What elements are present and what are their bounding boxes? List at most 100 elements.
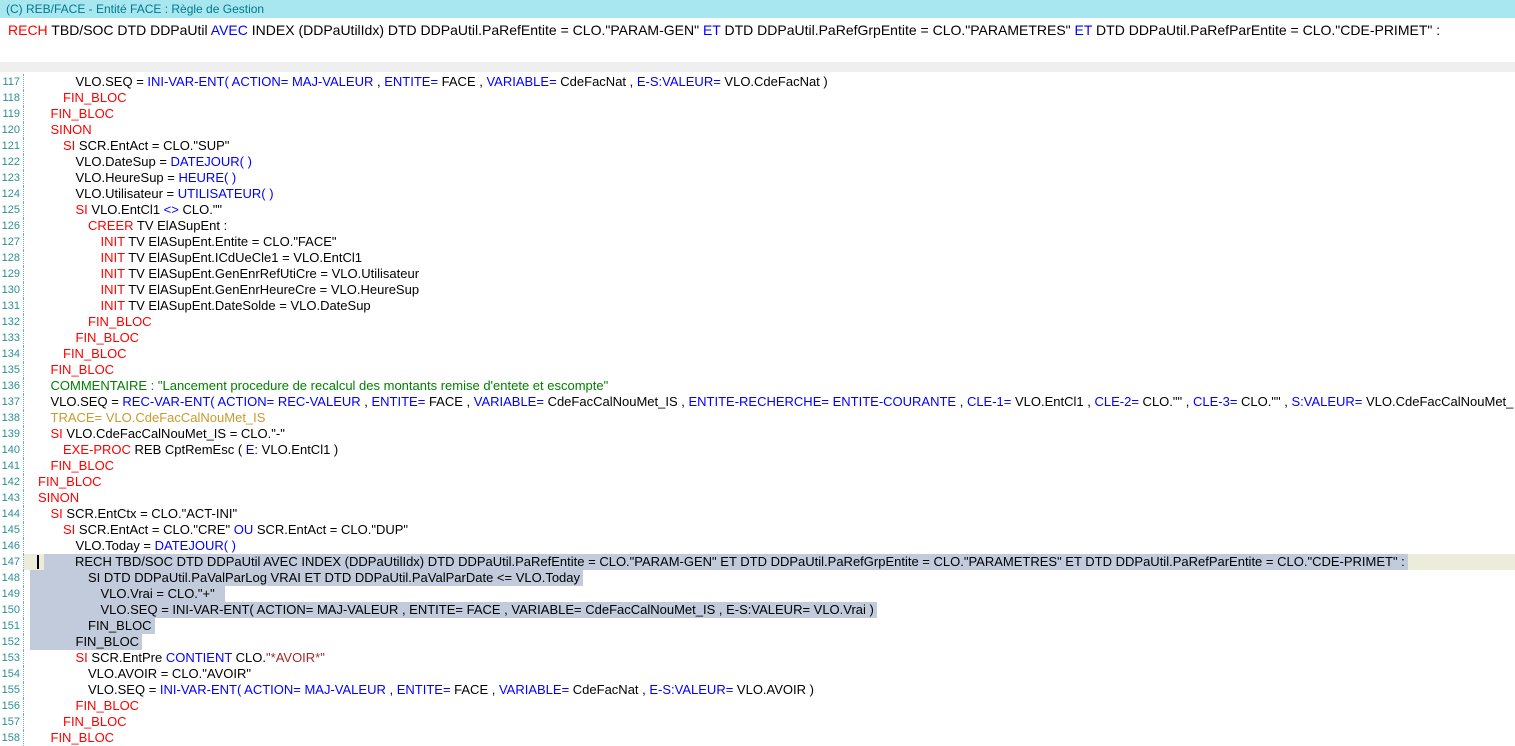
- code-token: ENTITE-RECHERCHE=: [688, 394, 829, 409]
- code-token: INI-VAR-ENT( ACTION= MAJ-VALEUR: [147, 74, 373, 89]
- code-line[interactable]: 139SI VLO.CdeFacCalNouMet_IS = CLO."-": [0, 426, 1515, 442]
- code-line[interactable]: 151FIN_BLOC: [0, 618, 1515, 634]
- code-line[interactable]: 123VLO.HeureSup = HEURE( ): [0, 170, 1515, 186]
- selection-highlight: VLO.SEQ = INI-VAR-ENT( ACTION= MAJ-VALEU…: [30, 602, 877, 618]
- code-line[interactable]: 131INIT TV ElASupEnt.DateSolde = VLO.Dat…: [0, 298, 1515, 314]
- code-line[interactable]: 142FIN_BLOC: [0, 474, 1515, 490]
- code-line[interactable]: 144SI SCR.EntCtx = CLO."ACT-INI": [0, 506, 1515, 522]
- code-line[interactable]: 140EXE-PROC REB CptRemEsc ( E: VLO.EntCl…: [0, 442, 1515, 458]
- code-token: VARIABLE=: [486, 74, 556, 89]
- code-line[interactable]: 117VLO.SEQ = INI-VAR-ENT( ACTION= MAJ-VA…: [0, 74, 1515, 90]
- code-line[interactable]: 146VLO.Today = DATEJOUR( ): [0, 538, 1515, 554]
- code-token: FIN_BLOC: [76, 698, 140, 713]
- code-line[interactable]: 125SI VLO.EntCl1 <> CLO."": [0, 202, 1515, 218]
- code-token: VLO.Today =: [76, 538, 155, 553]
- code-line[interactable]: 157FIN_BLOC: [0, 714, 1515, 730]
- code-line-text: SI VLO.EntCl1 <> CLO."": [24, 202, 1515, 218]
- rule-header-text: RECH TBD/SOC DTD DDPaUtil AVEC INDEX (DD…: [0, 18, 1515, 38]
- code-line[interactable]: 137VLO.SEQ = REC-VAR-ENT( ACTION= REC-VA…: [0, 394, 1515, 410]
- code-line[interactable]: 143SINON: [0, 490, 1515, 506]
- code-line[interactable]: 149VLO.Vrai = CLO."+": [0, 586, 1515, 602]
- line-number: 121: [0, 138, 24, 154]
- code-line[interactable]: 152FIN_BLOC: [0, 634, 1515, 650]
- code-token: HEURE( ): [178, 170, 236, 185]
- selection-highlight: FIN_BLOC: [30, 634, 142, 650]
- code-line[interactable]: 121SI SCR.EntAct = CLO."SUP": [0, 138, 1515, 154]
- code-line-text: FIN_BLOC: [24, 314, 1515, 330]
- line-number: 128: [0, 250, 24, 266]
- code-line[interactable]: 130INIT TV ElASupEnt.GenEnrHeureCre = VL…: [0, 282, 1515, 298]
- code-line[interactable]: 141FIN_BLOC: [0, 458, 1515, 474]
- code-line[interactable]: 126CREER TV ElASupEnt :: [0, 218, 1515, 234]
- window-titlebar[interactable]: (C) REB/FACE - Entité FACE : Règle de Ge…: [0, 0, 1515, 18]
- code-token: CLO.: [232, 650, 266, 665]
- code-line[interactable]: 119FIN_BLOC: [0, 106, 1515, 122]
- code-line[interactable]: 148SI DTD DDPaUtil.PaValParLog VRAI ET D…: [0, 570, 1515, 586]
- code-line-text: SI SCR.EntPre CONTIENT CLO."*AVOIR*": [24, 650, 1515, 666]
- code-token: ET: [1075, 22, 1093, 38]
- code-token: VLO.AVOIR = CLO."AVOIR": [88, 666, 251, 681]
- rule-header-line[interactable]: RECH TBD/SOC DTD DDPaUtil AVEC INDEX (DD…: [0, 18, 1515, 44]
- line-number: 126: [0, 218, 24, 234]
- code-line[interactable]: 124VLO.Utilisateur = UTILISATEUR( ): [0, 186, 1515, 202]
- code-line[interactable]: 158FIN_BLOC: [0, 730, 1515, 746]
- code-token: RECH TBD/SOC DTD DDPaUtil AVEC INDEX (DD…: [75, 554, 1405, 569]
- code-token: INIT: [101, 234, 125, 249]
- code-line[interactable]: 150VLO.SEQ = INI-VAR-ENT( ACTION= MAJ-VA…: [0, 602, 1515, 618]
- code-token: VLO.EntCl1: [88, 202, 164, 217]
- code-token: E-S:VALEUR=: [649, 682, 733, 697]
- code-line[interactable]: 153SI SCR.EntPre CONTIENT CLO."*AVOIR*": [0, 650, 1515, 666]
- code-line[interactable]: 128INIT TV ElASupEnt.ICdUeCle1 = VLO.Ent…: [0, 250, 1515, 266]
- code-line[interactable]: 122VLO.DateSup = DATEJOUR( ): [0, 154, 1515, 170]
- code-line-text: RECH TBD/SOC DTD DDPaUtil AVEC INDEX (DD…: [24, 554, 1515, 570]
- line-number: 157: [0, 714, 24, 730]
- code-token: SI: [76, 202, 88, 217]
- code-line[interactable]: 132FIN_BLOC: [0, 314, 1515, 330]
- selection-highlight: VLO.Vrai = CLO."+": [30, 586, 225, 602]
- code-line-text: VLO.SEQ = INI-VAR-ENT( ACTION= MAJ-VALEU…: [24, 682, 1515, 698]
- code-token: INIT: [101, 282, 125, 297]
- code-token: SI: [76, 650, 88, 665]
- code-line[interactable]: 147RECH TBD/SOC DTD DDPaUtil AVEC INDEX …: [0, 554, 1515, 570]
- code-line[interactable]: 154VLO.AVOIR = CLO."AVOIR": [0, 666, 1515, 682]
- line-number: 145: [0, 522, 24, 538]
- code-token: OU: [234, 522, 254, 537]
- code-line-text: INIT TV ElASupEnt.Entite = CLO."FACE": [24, 234, 1515, 250]
- code-token: SCR.EntAct = CLO."DUP": [253, 522, 408, 537]
- code-line-text: EXE-PROC REB CptRemEsc ( E: VLO.EntCl1 ): [24, 442, 1515, 458]
- code-line[interactable]: 129INIT TV ElASupEnt.GenEnrRefUtiCre = V…: [0, 266, 1515, 282]
- code-line-text: INIT TV ElASupEnt.GenEnrRefUtiCre = VLO.…: [24, 266, 1515, 282]
- code-line-text: SINON: [24, 122, 1515, 138]
- code-line[interactable]: 127INIT TV ElASupEnt.Entite = CLO."FACE": [0, 234, 1515, 250]
- code-token: VLO.Utilisateur =: [76, 186, 178, 201]
- code-line[interactable]: 120SINON: [0, 122, 1515, 138]
- code-token: SCR.EntCtx = CLO."ACT-INI": [63, 506, 237, 521]
- code-token: FIN_BLOC: [51, 106, 115, 121]
- code-line[interactable]: 134FIN_BLOC: [0, 346, 1515, 362]
- code-line[interactable]: 118FIN_BLOC: [0, 90, 1515, 106]
- code-line[interactable]: 155VLO.SEQ = INI-VAR-ENT( ACTION= MAJ-VA…: [0, 682, 1515, 698]
- code-line-text: FIN_BLOC: [24, 106, 1515, 122]
- code-token: FACE ,: [451, 682, 499, 697]
- code-line[interactable]: 156FIN_BLOC: [0, 698, 1515, 714]
- code-line[interactable]: 135FIN_BLOC: [0, 362, 1515, 378]
- code-line[interactable]: 133FIN_BLOC: [0, 330, 1515, 346]
- code-token: VLO.EntCl1 ,: [1011, 394, 1094, 409]
- code-line[interactable]: 138TRACE= VLO.CdeFacCalNouMet_IS: [0, 410, 1515, 426]
- code-line[interactable]: 136COMMENTAIRE : "Lancement procedure de…: [0, 378, 1515, 394]
- code-line-text: VLO.AVOIR = CLO."AVOIR": [24, 666, 1515, 682]
- code-token: FIN_BLOC: [51, 362, 115, 377]
- code-line[interactable]: 145SI SCR.EntAct = CLO."CRE" OU SCR.EntA…: [0, 522, 1515, 538]
- line-number: 143: [0, 490, 24, 506]
- code-line-text: SI SCR.EntAct = CLO."CRE" OU SCR.EntAct …: [24, 522, 1515, 538]
- code-token: DTD DDPaUtil.PaRefGrpEntite = CLO."PARAM…: [721, 22, 1075, 38]
- code-line-text: CREER TV ElASupEnt :: [24, 218, 1515, 234]
- code-token: CREER: [88, 218, 134, 233]
- code-token: VLO.CdeFacCalNouMet_IS = CLO."-": [63, 426, 285, 441]
- code-area[interactable]: 117VLO.SEQ = INI-VAR-ENT( ACTION= MAJ-VA…: [0, 74, 1515, 746]
- code-line-text: FIN_BLOC: [24, 330, 1515, 346]
- line-number: 138: [0, 410, 24, 426]
- code-token: EXE-PROC: [63, 442, 131, 457]
- code-line-text: VLO.HeureSup = HEURE( ): [24, 170, 1515, 186]
- code-token: ENTITE=: [372, 394, 426, 409]
